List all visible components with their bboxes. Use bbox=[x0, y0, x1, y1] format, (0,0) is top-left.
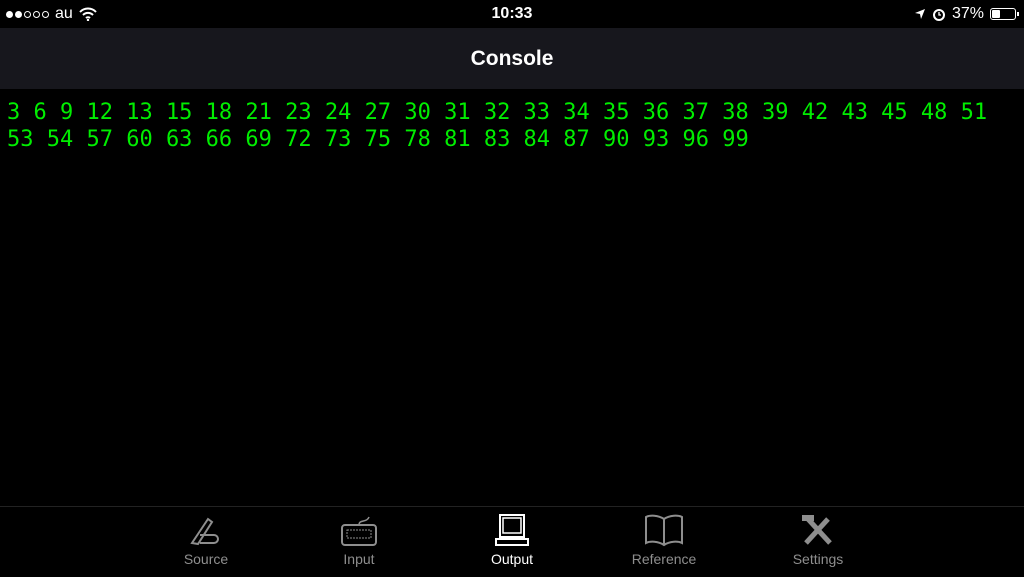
tab-source[interactable]: Source bbox=[151, 513, 261, 567]
clock: 10:33 bbox=[491, 5, 533, 22]
pen-hand-icon bbox=[190, 517, 219, 546]
computer-icon bbox=[495, 514, 529, 546]
console-output: 3 6 9 12 13 15 18 21 23 24 27 30 31 32 3… bbox=[7, 100, 1001, 152]
book-icon bbox=[645, 514, 683, 547]
keyboard-icon bbox=[341, 516, 377, 546]
tab-reference[interactable]: Reference bbox=[609, 513, 719, 567]
location-arrow-icon bbox=[914, 9, 925, 19]
tab-settings[interactable]: Settings bbox=[763, 513, 873, 567]
tab-label: Source bbox=[183, 551, 229, 567]
tab-output[interactable]: Output bbox=[457, 513, 567, 567]
tab-label: Input bbox=[343, 551, 375, 567]
console-area: 3 6 9 12 13 15 18 21 23 24 27 30 31 32 3… bbox=[0, 89, 1024, 506]
tab-label: Reference bbox=[631, 551, 697, 567]
tab-bar: Source Input Output Reference Settings bbox=[0, 506, 1024, 577]
alarm-icon bbox=[932, 9, 945, 21]
navigation-bar: Console bbox=[0, 28, 1024, 89]
tab-label: Settings bbox=[792, 551, 844, 567]
page-title: Console bbox=[470, 47, 554, 70]
tools-icon bbox=[802, 515, 832, 545]
tab-input[interactable]: Input bbox=[304, 513, 414, 567]
battery-icon bbox=[990, 8, 1019, 20]
tab-label: Output bbox=[490, 551, 534, 567]
battery-percent: 37% bbox=[951, 5, 984, 22]
status-bar: au 10:33 37% bbox=[0, 0, 1024, 28]
